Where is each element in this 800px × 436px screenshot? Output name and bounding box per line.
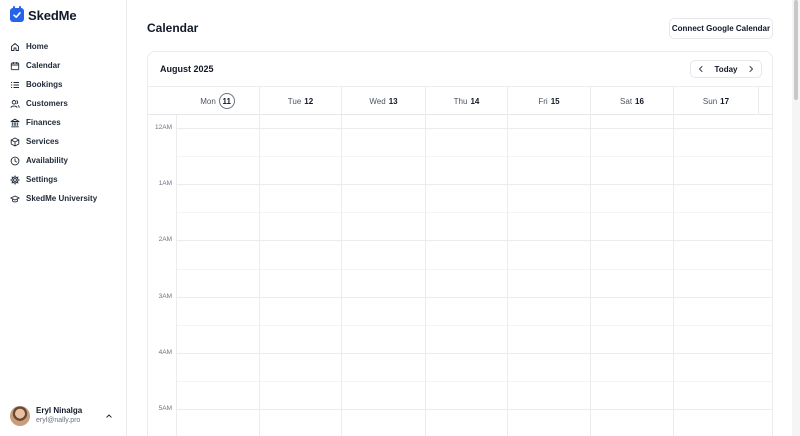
time-grid[interactable]: 12AM 1AM 2AM 3AM 4AM 5AM	[148, 115, 772, 436]
hour-line	[176, 128, 772, 129]
chevron-right-icon[interactable]	[747, 65, 755, 73]
day-header-sun[interactable]: Sun 17	[673, 87, 758, 115]
day-number: 12	[304, 96, 314, 106]
hour-line	[176, 353, 772, 354]
half-hour-line	[176, 269, 772, 270]
day-header-thu[interactable]: Thu 14	[425, 87, 507, 115]
sidebar-item-label: Calendar	[26, 61, 61, 70]
hour-line	[176, 409, 772, 410]
month-title: August 2025	[160, 64, 214, 74]
day-number: 15	[550, 96, 560, 106]
sidebar-item-label: Availability	[26, 156, 68, 165]
day-name: Sat	[620, 96, 633, 106]
day-name: Tue	[287, 96, 302, 106]
day-header-sat[interactable]: Sat 16	[590, 87, 673, 115]
connect-google-calendar-button[interactable]: Connect Google Calendar	[669, 18, 773, 39]
day-name: Mon	[200, 96, 216, 106]
chevron-up-icon[interactable]	[104, 411, 114, 421]
day-name: Fri	[538, 96, 548, 106]
day-header-mon[interactable]: Mon 11	[176, 87, 259, 115]
sidebar-item-skedme-university[interactable]: SkedMe University	[10, 189, 120, 208]
list-icon	[11, 81, 19, 88]
sidebar-item-customers[interactable]: Customers	[10, 94, 120, 113]
sidebar-item-label: Services	[26, 137, 59, 146]
user-email: eryl@nally.pro	[36, 417, 81, 424]
week-day-header: Mon 11 Tue 12 Wed 13 Thu 14 Fri 15 Sat 1…	[148, 86, 772, 115]
hour-label: 2AM	[158, 236, 172, 243]
sidebar-item-finances[interactable]: Finances	[10, 113, 120, 132]
calendar-icon	[10, 61, 20, 70]
day-number: 17	[720, 96, 730, 106]
sidebar-item-label: Bookings	[26, 80, 63, 89]
day-header-fri[interactable]: Fri 15	[507, 87, 590, 115]
day-column-line	[176, 115, 177, 436]
sidebar-item-label: Finances	[26, 118, 61, 127]
hour-label: 4AM	[158, 349, 172, 356]
avatar	[10, 406, 30, 426]
half-hour-line	[176, 325, 772, 326]
gear-icon	[10, 174, 20, 185]
sidebar-item-settings[interactable]: Settings	[10, 170, 120, 189]
sidebar-item-label: SkedMe University	[26, 194, 98, 203]
clock-icon	[10, 156, 20, 165]
sidebar-nav: Home Calendar Bookings Customers Finance…	[10, 37, 120, 208]
day-name: Thu	[453, 96, 468, 106]
hour-label: 1AM	[158, 180, 172, 187]
hour-line	[176, 240, 772, 241]
graduation-cap-icon	[10, 195, 20, 202]
day-column-line	[425, 115, 426, 436]
sidebar-item-label: Home	[26, 42, 49, 51]
day-number: 14	[470, 96, 480, 106]
day-column-line	[341, 115, 342, 436]
half-hour-line	[176, 381, 772, 382]
sidebar: SkedMe Home Calendar Bookings Customers …	[0, 0, 127, 436]
day-name: Wed	[369, 96, 386, 106]
day-header-wed[interactable]: Wed 13	[341, 87, 425, 115]
half-hour-line	[176, 156, 772, 157]
sidebar-item-availability[interactable]: Availability	[10, 151, 120, 170]
brand-name: SkedMe	[28, 7, 77, 23]
chevron-left-icon[interactable]	[697, 65, 705, 73]
day-column-line	[259, 115, 260, 436]
sidebar-item-label: Settings	[26, 175, 58, 184]
sidebar-item-home[interactable]: Home	[10, 37, 120, 56]
user-name: Eryl Ninalga	[36, 406, 83, 415]
page-scrollbar[interactable]	[792, 0, 800, 436]
calendar-card: August 2025 Today Mon 11 Tue 12 Wed 13 T…	[147, 51, 773, 436]
date-navigation: Today	[690, 60, 762, 78]
header-divider	[758, 87, 759, 115]
users-icon	[10, 99, 20, 108]
home-icon	[11, 42, 19, 51]
hour-label: 3AM	[158, 293, 172, 300]
sidebar-item-services[interactable]: Services	[10, 132, 120, 151]
sidebar-item-label: Customers	[26, 99, 68, 108]
hour-label: 12AM	[155, 124, 172, 131]
today-button[interactable]: Today	[715, 65, 738, 74]
hour-line	[176, 184, 772, 185]
day-number: 16	[635, 96, 644, 106]
day-number-today: 11	[218, 93, 235, 109]
hour-line	[176, 297, 772, 298]
brand[interactable]: SkedMe	[10, 6, 77, 23]
user-profile[interactable]: Eryl Ninalga eryl@nally.pro	[10, 405, 118, 427]
day-header-tue[interactable]: Tue 12	[259, 87, 341, 115]
day-name: Sun	[702, 96, 718, 106]
hour-label: 5AM	[158, 405, 172, 412]
day-number: 13	[388, 96, 398, 106]
bank-icon	[10, 118, 20, 127]
sidebar-item-bookings[interactable]: Bookings	[10, 75, 120, 94]
page-title: Calendar	[147, 21, 199, 35]
scrollbar-thumb[interactable]	[794, 0, 798, 100]
box-icon	[10, 137, 20, 146]
day-column-line	[507, 115, 508, 436]
day-column-line	[673, 115, 674, 436]
sidebar-item-calendar[interactable]: Calendar	[10, 56, 120, 75]
calendar-check-logo-icon	[10, 6, 24, 22]
half-hour-line	[176, 212, 772, 213]
day-column-line	[590, 115, 591, 436]
